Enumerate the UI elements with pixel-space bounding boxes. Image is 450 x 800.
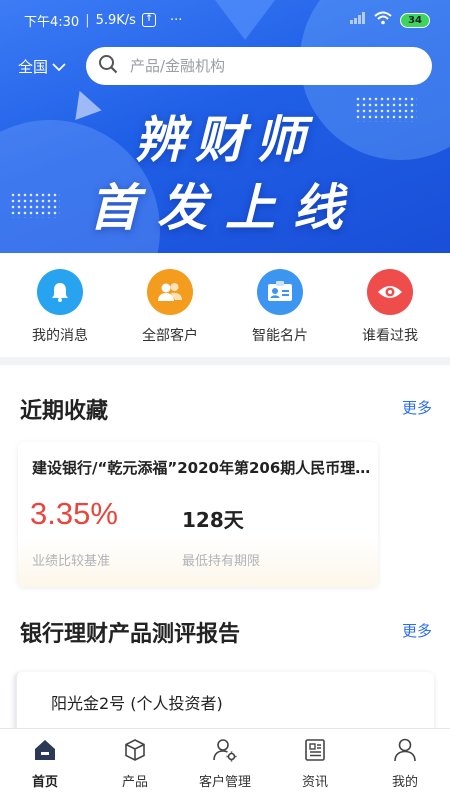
quick-action-messages[interactable]: 我的消息 — [5, 269, 115, 345]
quick-actions: 我的消息 全部客户 智能名片 谁看过我 — [0, 253, 450, 357]
signal-icon — [350, 12, 366, 28]
network-speed: 5.9K/s — [95, 12, 136, 28]
nav-label: 资讯 — [301, 775, 328, 790]
search-input[interactable] — [130, 57, 380, 75]
chevron-down-icon — [52, 58, 66, 76]
quick-action-business-card[interactable]: 智能名片 — [225, 269, 335, 345]
bell-icon — [37, 269, 83, 315]
quick-action-customers[interactable]: 全部客户 — [115, 269, 225, 345]
banner-subheadline: 首发上线 — [89, 179, 361, 237]
nav-home[interactable]: 首页 — [0, 729, 90, 800]
quick-action-visitors[interactable]: 谁看过我 — [335, 269, 445, 345]
region-label: 全国 — [18, 58, 49, 76]
status-more-icon: ··· — [169, 12, 183, 28]
status-bar: 下午4:30 | 5.9K/s ↑ ··· 34 — [0, 0, 450, 40]
search-bar[interactable] — [86, 47, 432, 85]
holding-label: 最低持有期限 — [182, 554, 261, 569]
nav-profile[interactable]: 我的 — [360, 729, 450, 800]
home-icon — [32, 737, 58, 767]
product-title: 建设银行/“乾元添福”2020年第206期人民币理财产品 — [32, 459, 372, 477]
news-icon — [302, 737, 328, 767]
banner-headline: 辨财师 — [135, 111, 315, 169]
quick-action-label: 我的消息 — [32, 328, 88, 344]
search-icon — [98, 54, 118, 78]
quick-action-label: 智能名片 — [252, 328, 308, 344]
section-title: 近期收藏 — [20, 399, 109, 424]
evaluation-report-section: 银行理财产品测评报告 更多 阳光金2号 (个人投资者) — [0, 598, 450, 742]
product-min-holding: 128天 — [182, 508, 244, 532]
status-time: 下午4:30 — [24, 14, 80, 30]
nav-label: 我的 — [391, 775, 418, 790]
nav-label: 客户管理 — [198, 775, 251, 790]
card-icon — [257, 269, 303, 315]
section-title: 银行理财产品测评报告 — [20, 622, 241, 647]
battery-icon: 34 — [400, 12, 430, 28]
nav-customer-management[interactable]: 客户管理 — [180, 729, 270, 800]
nav-label: 首页 — [31, 775, 58, 790]
report-more-link[interactable]: 更多 — [402, 620, 432, 641]
user-gear-icon — [212, 737, 238, 767]
upload-icon: ↑ — [141, 13, 156, 27]
quick-action-label: 谁看过我 — [362, 328, 418, 344]
favorite-product-card[interactable]: 建设银行/“乾元添福”2020年第206期人民币理财产品 3.35% 128天 … — [18, 442, 378, 587]
product-rate: 3.35% — [30, 496, 118, 531]
person-icon — [392, 737, 418, 767]
rate-label: 业绩比较基准 — [32, 554, 111, 569]
box-icon — [122, 737, 148, 767]
report-item-title: 阳光金2号 (个人投资者) — [51, 694, 223, 713]
wifi-icon — [374, 11, 392, 29]
bottom-navigation: 首页 产品 客户管理 资讯 我的 — [0, 728, 450, 800]
eye-icon — [367, 269, 413, 315]
nav-news[interactable]: 资讯 — [270, 729, 360, 800]
recent-favorites-section: 近期收藏 更多 建设银行/“乾元添福”2020年第206期人民币理财产品 3.3… — [0, 365, 450, 598]
nav-products[interactable]: 产品 — [90, 729, 180, 800]
favorites-more-link[interactable]: 更多 — [402, 397, 432, 418]
nav-label: 产品 — [121, 775, 148, 790]
quick-action-label: 全部客户 — [142, 328, 198, 344]
status-separator: | — [85, 12, 90, 28]
region-selector[interactable]: 全国 — [18, 56, 66, 77]
users-icon — [147, 269, 193, 315]
promo-banner[interactable]: 下午4:30 | 5.9K/s ↑ ··· 34 全国 辨财师 首发上线 — [0, 0, 450, 253]
